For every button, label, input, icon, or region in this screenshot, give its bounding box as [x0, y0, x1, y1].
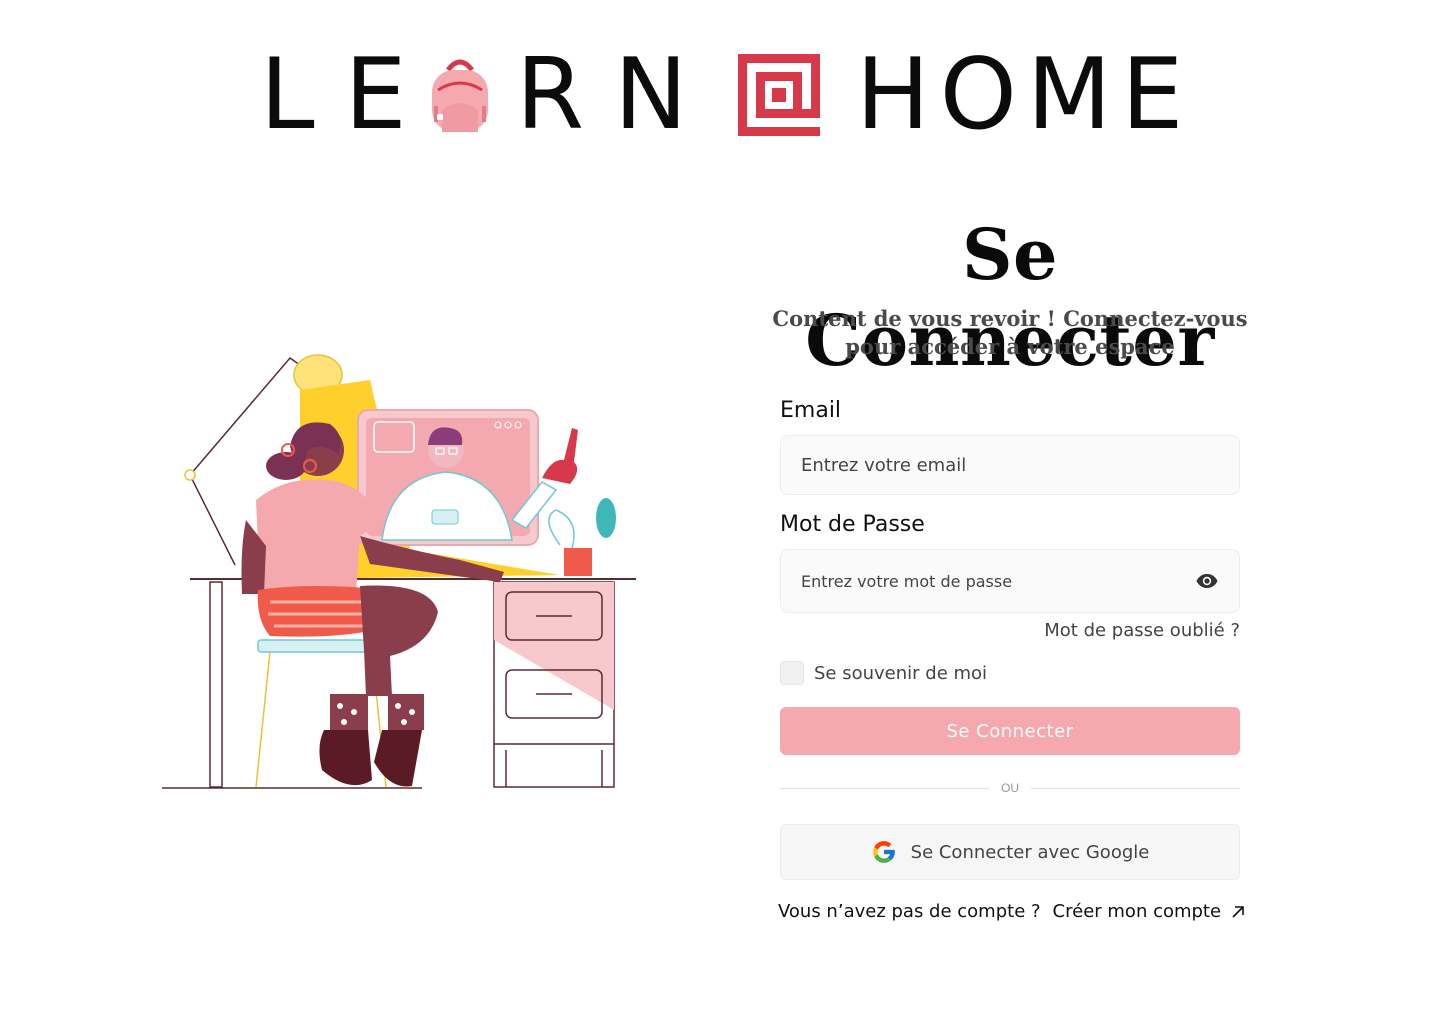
divider-text: OU: [1001, 781, 1019, 795]
create-account-link[interactable]: Créer mon compte: [1053, 901, 1246, 922]
no-account-text: Vous n’avez pas de compte ?: [778, 901, 1041, 922]
study-at-home-illustration: [162, 354, 636, 789]
remember-me: Se souvenir de moi: [780, 661, 987, 685]
logo-text-rn: RN: [516, 38, 718, 152]
create-account-label: Créer mon compte: [1052, 901, 1222, 922]
google-login-label: Se Connecter avec Google: [910, 841, 1150, 863]
divider-line-right: [1031, 787, 1240, 789]
google-login-button[interactable]: Se Connecter avec Google: [780, 824, 1240, 880]
email-field[interactable]: [801, 454, 1219, 476]
divider-line-left: [780, 787, 989, 789]
at-sign-icon: [738, 54, 820, 136]
backpack-icon: [432, 59, 488, 132]
or-divider: OU: [780, 781, 1240, 795]
email-label: Email: [780, 398, 842, 423]
remember-me-checkbox[interactable]: [780, 661, 804, 685]
logo-text-home: HOME: [856, 38, 1194, 152]
arrow-up-right-icon: [1232, 905, 1244, 918]
page-subtitle: Content de vous revoir ! Connectez-vous …: [772, 306, 1248, 359]
email-field-container: [780, 435, 1240, 495]
remember-me-label: Se souvenir de moi: [814, 662, 988, 684]
eye-icon[interactable]: [1195, 569, 1219, 593]
brand-logo: LE RN HOME: [260, 38, 1194, 152]
password-field-container: [780, 549, 1240, 613]
login-button[interactable]: Se Connecter: [780, 707, 1240, 755]
logo-text-le: LE: [260, 38, 437, 152]
forgot-password-link[interactable]: Mot de passe oublié ?: [900, 620, 1240, 641]
password-label: Mot de Passe: [780, 512, 925, 537]
password-field[interactable]: [801, 571, 1195, 591]
google-icon: [872, 841, 895, 863]
signup-prompt: Vous n’avez pas de compte ? Créer mon co…: [778, 901, 1245, 922]
